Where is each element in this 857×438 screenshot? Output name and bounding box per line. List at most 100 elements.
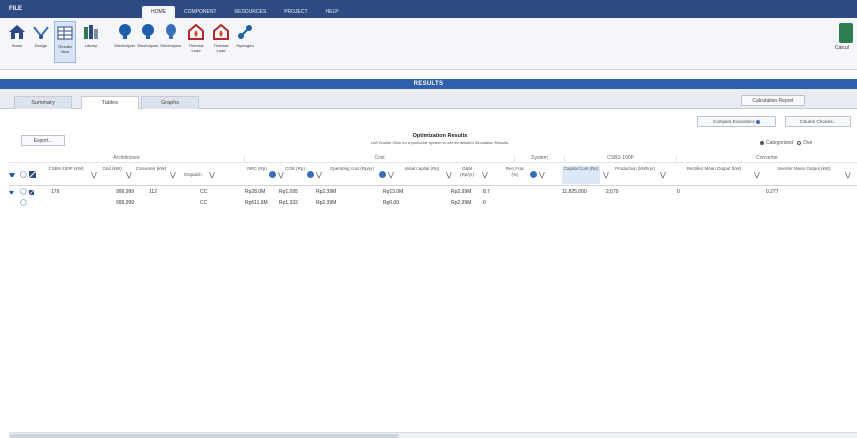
filter-icon[interactable]: ⋁: [754, 172, 760, 179]
tab-resources[interactable]: RESOURCES: [226, 6, 276, 18]
cell-om: Rp2.39M: [451, 189, 472, 195]
library-icon: [84, 25, 98, 39]
cell-inverter-output: 0.277: [766, 189, 779, 195]
electrolyzer-button-1[interactable]: Electrolyzer: [114, 21, 136, 61]
cell-initial-capital: Rp0.00: [383, 200, 400, 206]
col-npc: NPC (Rp): [247, 166, 267, 171]
cell-om: Rp2.39M: [451, 200, 472, 206]
design-button[interactable]: Design: [30, 21, 52, 61]
tables-panel: Compare Economics Column Choices... Expo…: [0, 109, 857, 438]
calculate-button[interactable]: Calcul: [835, 21, 857, 61]
group-cost: Cost: [244, 154, 514, 163]
cell-rectifier-output: 0: [677, 189, 680, 195]
info-icon[interactable]: [269, 171, 276, 178]
hydrogen-label: Hydrogen: [236, 43, 254, 48]
categorized-radio[interactable]: Categorized: [760, 140, 793, 146]
thermal-load-label: Thermal Load: [213, 43, 229, 53]
group-csbs: CSBS-100P: [564, 154, 676, 163]
calculator-icon: [839, 23, 853, 43]
cell-grid-kw: 999,999: [116, 200, 135, 206]
filter-icon[interactable]: ⋁: [278, 172, 284, 179]
design-icon: [33, 26, 49, 39]
calculation-report-button[interactable]: Calculation Report: [741, 95, 805, 106]
filter-icon[interactable]: ⋁: [91, 172, 97, 179]
filter-icon[interactable]: ⋁: [539, 172, 545, 179]
filter-icon[interactable]: ⋁: [209, 172, 215, 179]
calculate-label: Calcul: [835, 45, 849, 51]
info-icon[interactable]: [530, 171, 537, 178]
design-label: Design: [34, 43, 48, 48]
col-coe: COE (Rp): [285, 166, 305, 171]
tab-tables[interactable]: Tables: [81, 96, 139, 110]
filter-icon[interactable]: ⋁: [845, 172, 851, 179]
table-row[interactable]: ◯ 179 999,999 112 CC Rp28.0M Rp1,095 Rp2…: [9, 188, 857, 197]
col-om: O&M (Rp/yr): [460, 166, 474, 177]
electrolyzer-label: Electrolyzer: [137, 43, 159, 48]
overall-label: Ove: [803, 140, 813, 146]
view-toggle: Categorized Ove: [760, 140, 812, 146]
cell-operating-cost: Rp2.39M: [316, 189, 337, 195]
optimization-title: Optimization Results: [412, 133, 468, 139]
thermal-load-button-2[interactable]: Thermal Load: [210, 21, 232, 61]
cell-initial-capital: Rp13.0M: [383, 189, 404, 195]
ribbon-tabs: HOME COMPONENT RESOURCES PROJECT HELP: [142, 6, 348, 18]
converter-icon: [29, 171, 36, 178]
radio-off-icon: [797, 140, 802, 145]
filter-icon[interactable]: ⋁: [446, 172, 452, 179]
table-row[interactable]: ◯ 999,999 CC Rp611.6M Rp1,332 Rp2.39M Rp…: [9, 199, 857, 208]
info-icon[interactable]: [379, 171, 386, 178]
results-view-button[interactable]: Results View: [54, 21, 76, 63]
tab-graphs[interactable]: Graphs: [141, 96, 199, 109]
radio-on-icon: [760, 140, 764, 145]
filter-icon[interactable]: ⋁: [316, 172, 322, 179]
cell-csbs-kw: 179: [51, 189, 60, 195]
filter-icon[interactable]: ⋁: [126, 172, 132, 179]
tab-component[interactable]: COMPONENT: [175, 6, 226, 18]
export-button[interactable]: Export...: [21, 135, 65, 146]
electrolyzer-icon: [142, 24, 154, 39]
electrolyzer-button-2[interactable]: Electrolyzer: [137, 21, 159, 61]
results-view-label: Results View: [58, 44, 72, 54]
thermal-load-button-1[interactable]: Thermal Load: [185, 21, 207, 61]
tab-help[interactable]: HELP: [317, 6, 348, 18]
tab-home[interactable]: HOME: [142, 6, 175, 18]
cell-dispatch: CC: [200, 189, 208, 195]
pv-icon: [9, 173, 15, 177]
home-button[interactable]: Home: [6, 21, 28, 61]
scrollbar-thumb[interactable]: [9, 434, 399, 438]
column-header-row: ◯ CSBS-100P (kW) ⋁ Grid (kW) ⋁ Converter…: [9, 164, 857, 186]
library-button[interactable]: Library: [80, 21, 102, 61]
compare-economics-button[interactable]: Compare Economics: [697, 116, 776, 127]
filter-icon[interactable]: ⋁: [170, 172, 176, 179]
hydrogen-icon: [238, 25, 252, 39]
filter-icon[interactable]: ⋁: [388, 172, 394, 179]
grid-icon: ◯: [20, 189, 27, 195]
horizontal-scrollbar[interactable]: [9, 432, 857, 438]
menu-bar: FILE HOME COMPONENT RESOURCES PROJECT HE…: [0, 0, 857, 18]
col-csbs-kw: CSBS-100P (kW): [48, 166, 84, 171]
filter-icon[interactable]: ⋁: [660, 172, 666, 179]
col-capital-cost: Capital Cost (Rp): [562, 166, 600, 184]
optimization-subtitle: Left Double Click on a particular system…: [370, 140, 510, 145]
results-icon: [57, 26, 73, 40]
cell-coe: Rp1,332: [279, 200, 298, 206]
cell-production: 2,570: [606, 189, 619, 195]
file-menu[interactable]: FILE: [3, 3, 28, 15]
grid-icon: ◯: [20, 200, 27, 206]
col-rectifier-output: Rectifier Mean Output (kW): [686, 166, 742, 171]
group-system: System: [514, 154, 564, 163]
cell-converter-kw: 112: [149, 189, 157, 195]
filter-icon[interactable]: ⋁: [482, 172, 488, 179]
column-choices-button[interactable]: Column Choices...: [785, 116, 851, 127]
filter-icon[interactable]: ⋁: [603, 172, 609, 179]
tab-project[interactable]: PROJECT: [275, 6, 316, 18]
overall-radio[interactable]: Ove: [797, 140, 812, 146]
hydrogen-button[interactable]: Hydrogen: [234, 21, 256, 61]
info-icon[interactable]: [307, 171, 314, 178]
tab-summary[interactable]: Summary: [14, 96, 72, 109]
results-header: RESULTS: [0, 79, 857, 89]
compare-economics-label: Compare Economics: [712, 119, 755, 124]
electrolyzer-button-3[interactable]: Electrolyzer: [160, 21, 182, 61]
col-inverter-output: Inverter Mean Output (kW): [777, 166, 831, 171]
col-ren-frac: Ren Frac (%): [505, 166, 525, 177]
